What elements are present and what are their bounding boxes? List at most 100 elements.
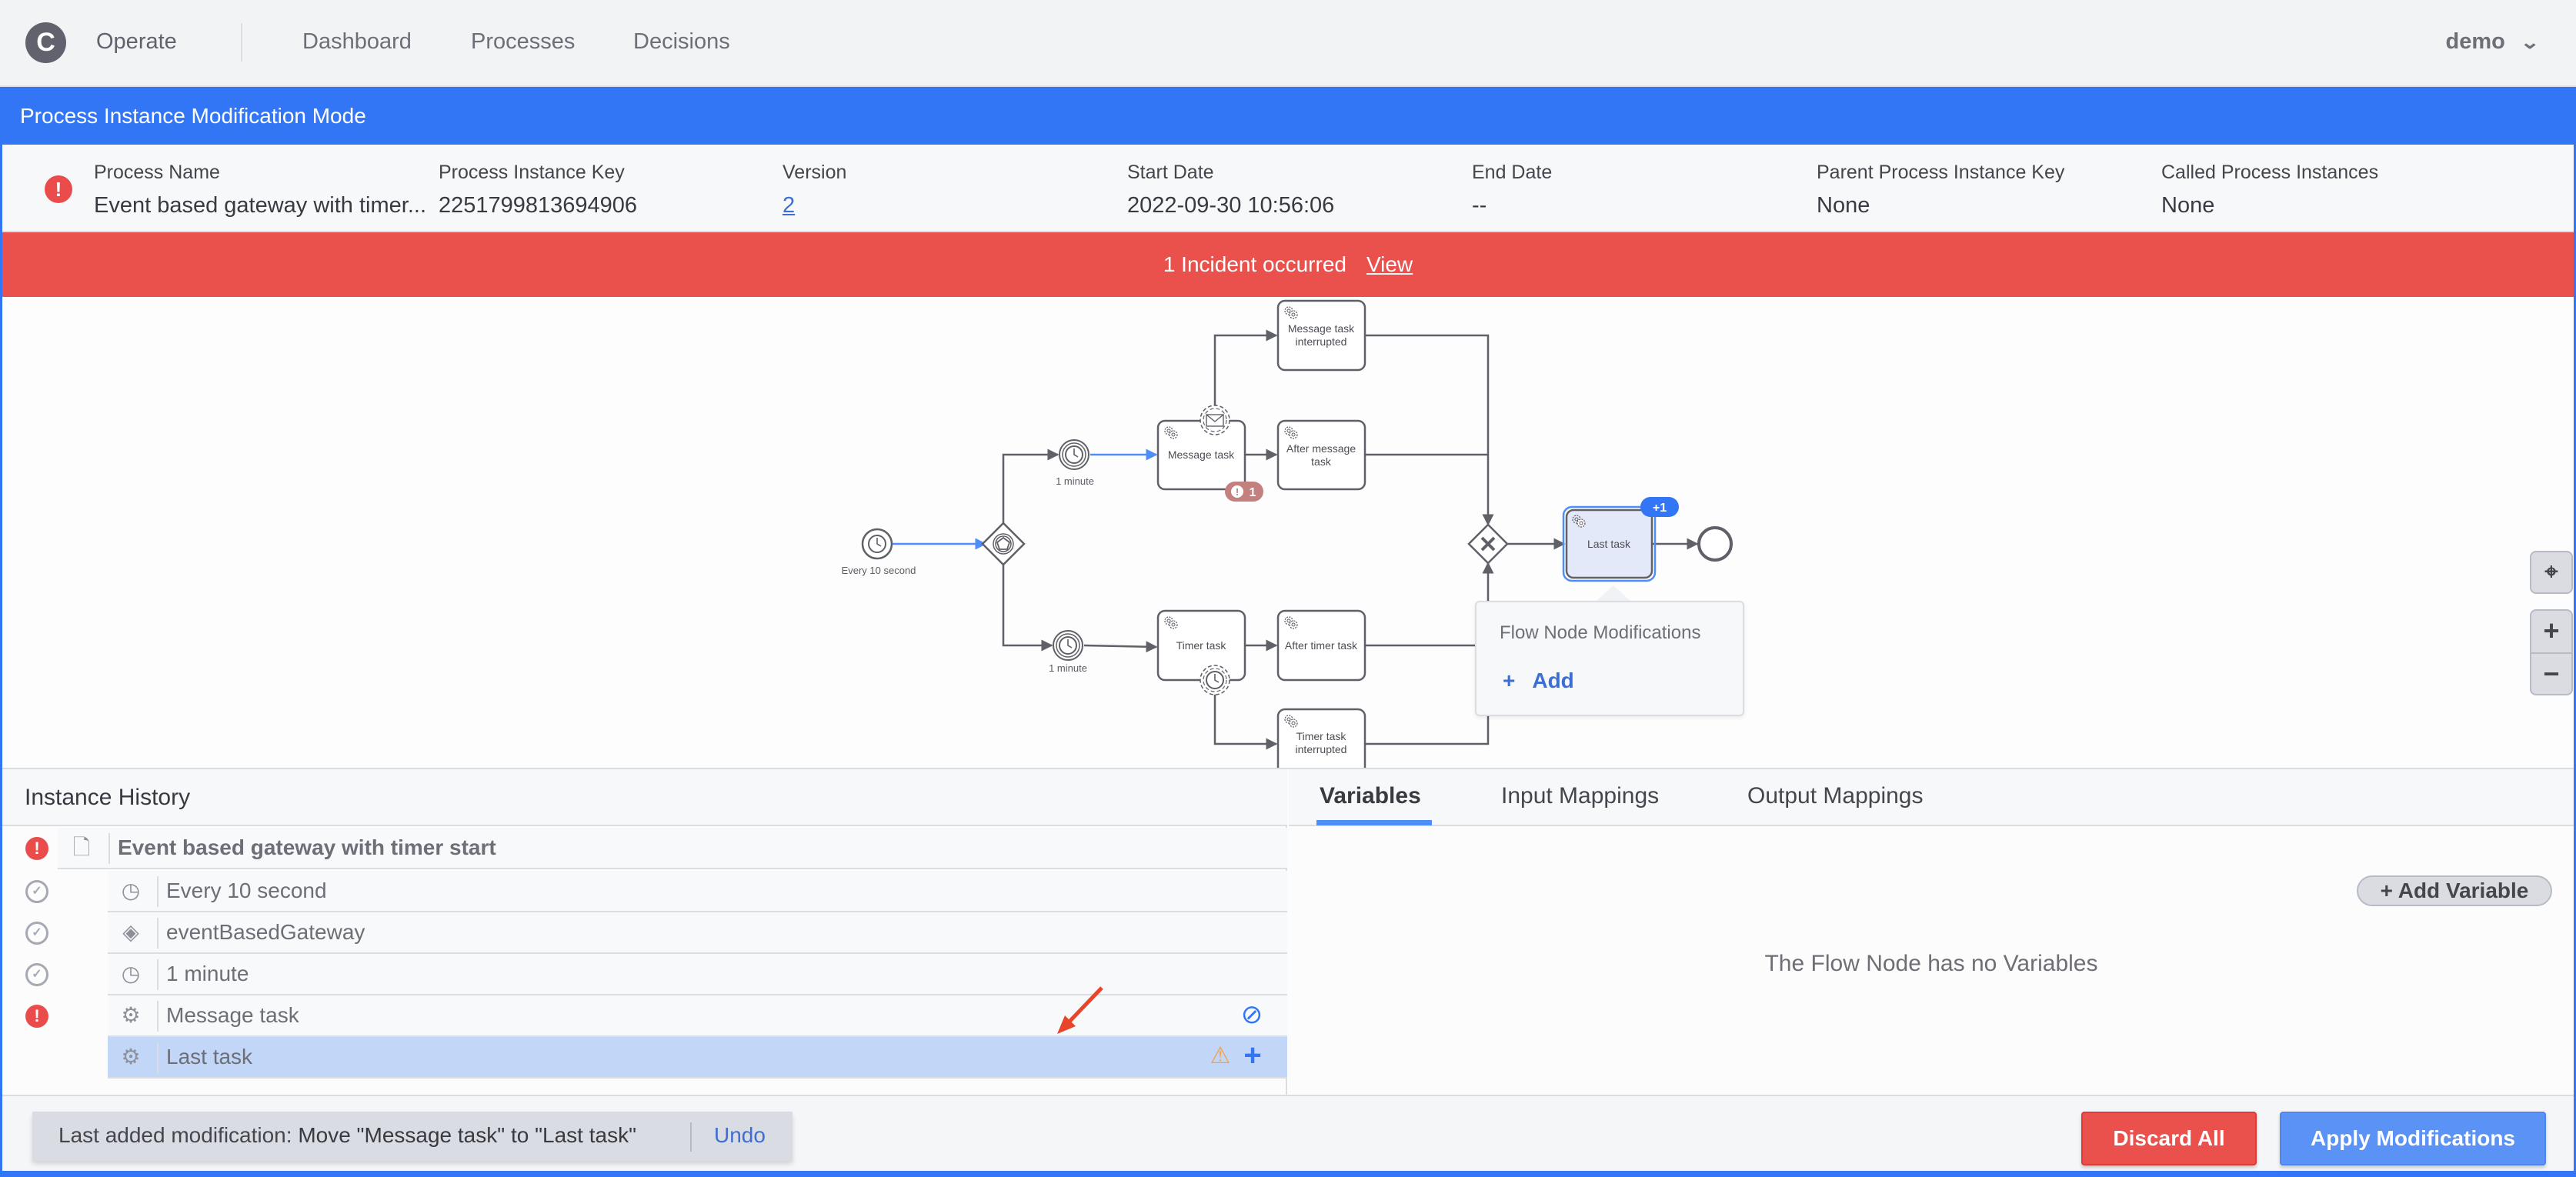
history-row-event-based-gateway[interactable]: ◈ eventBasedGateway bbox=[108, 912, 1287, 954]
incident-count-badge[interactable]: ! 1 bbox=[1225, 482, 1263, 502]
svg-text:1: 1 bbox=[1250, 486, 1256, 499]
exclusive-gateway[interactable] bbox=[1467, 523, 1509, 565]
popover-title: Flow Node Modifications bbox=[1500, 622, 1701, 643]
discard-all-button[interactable]: Discard All bbox=[2081, 1112, 2257, 1165]
popover-arrow bbox=[1595, 585, 1632, 602]
cancel-icon[interactable]: ⊘ bbox=[1239, 1002, 1265, 1028]
active-tab-indicator bbox=[1316, 820, 1432, 825]
history-row-every-10-second[interactable]: ◷ Every 10 second bbox=[108, 871, 1287, 912]
history-row-root[interactable]: 🗋 Event based gateway with timer start bbox=[58, 828, 1287, 869]
after-message-task-node[interactable]: After message task bbox=[1276, 419, 1366, 491]
svg-text:Message task: Message task bbox=[1168, 448, 1235, 461]
start-date-value: 2022-09-30 10:56:06 bbox=[1127, 193, 1335, 218]
chevron-down-icon: ⌄ bbox=[2519, 32, 2541, 53]
flow-timer-interrupted-to-join bbox=[1365, 646, 1490, 745]
completed-status-icon: ✓ bbox=[25, 922, 48, 945]
nav-decisions[interactable]: Decisions bbox=[633, 29, 730, 55]
end-date-field: End Date -- bbox=[1472, 162, 1552, 218]
timer-task-interrupted-node[interactable]: Timer task interrupted bbox=[1276, 708, 1366, 768]
upper-timer-event[interactable] bbox=[1059, 439, 1089, 470]
flow-node-modifications-popover: Flow Node Modifications + Add bbox=[1475, 601, 1744, 716]
header-divider bbox=[241, 23, 242, 62]
message-boundary-event[interactable] bbox=[1200, 405, 1230, 435]
add-modification-button[interactable]: + Add bbox=[1503, 669, 1574, 693]
svg-text:interrupted: interrupted bbox=[1296, 335, 1347, 348]
last-modification-notification: Last added modification: Move "Message t… bbox=[32, 1112, 792, 1161]
document-icon: 🗋 bbox=[72, 835, 91, 859]
bottom-panels: Instance History 🗋 Event based gateway w… bbox=[2, 768, 2574, 1096]
completed-status-icon: ✓ bbox=[25, 963, 48, 986]
undo-button[interactable]: Undo bbox=[714, 1123, 766, 1148]
tab-variables[interactable]: Variables bbox=[1320, 783, 1421, 809]
history-row-label: Event based gateway with timer start bbox=[118, 835, 496, 859]
nav-processes[interactable]: Processes bbox=[471, 29, 575, 55]
instance-key-label: Process Instance Key bbox=[439, 162, 625, 183]
lower-timer-event[interactable] bbox=[1053, 630, 1083, 661]
modification-mode-banner: Process Instance Modification Mode bbox=[0, 87, 2576, 145]
parent-instance-label: Parent Process Instance Key bbox=[1817, 162, 2065, 183]
event-based-gateway[interactable] bbox=[981, 522, 1026, 566]
notification-divider bbox=[690, 1122, 692, 1152]
incident-status-icon: ! bbox=[25, 837, 48, 860]
history-row-label: Every 10 second bbox=[166, 879, 327, 902]
timer-boundary-event[interactable] bbox=[1200, 665, 1230, 695]
start-date-field: Start Date 2022-09-30 10:56:06 bbox=[1127, 162, 1334, 218]
app-header: C Operate Dashboard Processes Decisions … bbox=[0, 0, 2576, 87]
add-variable-button[interactable]: + Add Variable bbox=[2357, 875, 2552, 906]
history-row-label: eventBasedGateway bbox=[166, 920, 365, 944]
tab-input-mappings[interactable]: Input Mappings bbox=[1501, 783, 1659, 809]
modification-count-badge: +1 bbox=[1640, 497, 1679, 517]
flow-gateway-to-upper-timer bbox=[1002, 448, 1059, 526]
svg-text:+1: +1 bbox=[1653, 502, 1667, 515]
end-date-label: End Date bbox=[1472, 162, 1553, 183]
timer-task-node[interactable]: Timer task bbox=[1156, 609, 1246, 682]
view-incidents-link[interactable]: View bbox=[1366, 252, 1413, 276]
process-name-label: Process Name bbox=[94, 162, 220, 183]
history-row-label: 1 minute bbox=[166, 962, 249, 985]
timer-icon: ◷ bbox=[121, 879, 141, 902]
history-row-label: Message task bbox=[166, 1003, 299, 1027]
row-divider bbox=[157, 1042, 158, 1073]
incident-bar: 1 Incident occurred View bbox=[2, 232, 2574, 297]
warning-icon: ⚠ bbox=[1210, 1043, 1231, 1069]
start-timer-event[interactable] bbox=[861, 528, 893, 560]
tab-output-mappings[interactable]: Output Mappings bbox=[1747, 783, 1923, 809]
nav-dashboard[interactable]: Dashboard bbox=[302, 29, 412, 55]
last-task-node[interactable]: Last task bbox=[1562, 505, 1657, 582]
zoom-out-button[interactable]: − bbox=[2531, 652, 2571, 694]
bpmn-diagram[interactable]: Every 10 second 1 minute 1 minute Messag… bbox=[2, 297, 2574, 768]
version-link[interactable]: 2 bbox=[782, 193, 846, 218]
svg-text:Message task: Message task bbox=[1288, 322, 1355, 335]
camunda-logo[interactable]: C bbox=[25, 22, 66, 63]
after-timer-task-node[interactable]: After timer task bbox=[1276, 609, 1366, 682]
instance-history-header: Instance History bbox=[2, 769, 1287, 826]
flow-boundary-message-to-interrupted bbox=[1213, 329, 1278, 408]
last-modification-text: Last added modification: Move "Message t… bbox=[58, 1123, 637, 1147]
history-row-last-task[interactable]: ⚙ Last task ⚠ + bbox=[108, 1037, 1287, 1079]
add-label: Add bbox=[1532, 669, 1574, 692]
called-instances-value: None bbox=[2161, 193, 2215, 218]
service-task-icon: ⚙ bbox=[121, 1045, 141, 1069]
message-task-node[interactable]: Message task bbox=[1156, 419, 1246, 491]
zoom-in-button[interactable]: + bbox=[2531, 611, 2571, 652]
message-task-interrupted-node[interactable]: Message task interrupted bbox=[1276, 299, 1366, 372]
add-token-icon[interactable]: + bbox=[1240, 1040, 1265, 1071]
upper-timer-label: 1 minute bbox=[1056, 475, 1094, 487]
user-menu[interactable]: demo ⌄ bbox=[2446, 29, 2541, 55]
flow-boundary-timer-to-interrupted bbox=[1213, 693, 1278, 750]
add-variable-label: Add Variable bbox=[2397, 879, 2529, 902]
svg-text:!: ! bbox=[1236, 486, 1239, 498]
end-event[interactable] bbox=[1697, 526, 1733, 562]
svg-text:Timer task: Timer task bbox=[1176, 639, 1227, 652]
empty-variables-message: The Flow Node has no Variables bbox=[1764, 951, 2098, 976]
reset-diagram-zoom-button[interactable]: ⌖ bbox=[2530, 551, 2573, 594]
app-name[interactable]: Operate bbox=[96, 29, 177, 55]
svg-text:Timer task: Timer task bbox=[1296, 730, 1347, 742]
modification-footer: Last added modification: Move "Message t… bbox=[2, 1095, 2574, 1171]
row-divider bbox=[157, 876, 158, 907]
svg-text:task: task bbox=[1311, 455, 1332, 468]
svg-text:After message: After message bbox=[1286, 442, 1356, 455]
row-divider bbox=[108, 833, 110, 864]
row-divider bbox=[157, 1001, 158, 1032]
apply-modifications-button[interactable]: Apply Modifications bbox=[2280, 1112, 2546, 1165]
